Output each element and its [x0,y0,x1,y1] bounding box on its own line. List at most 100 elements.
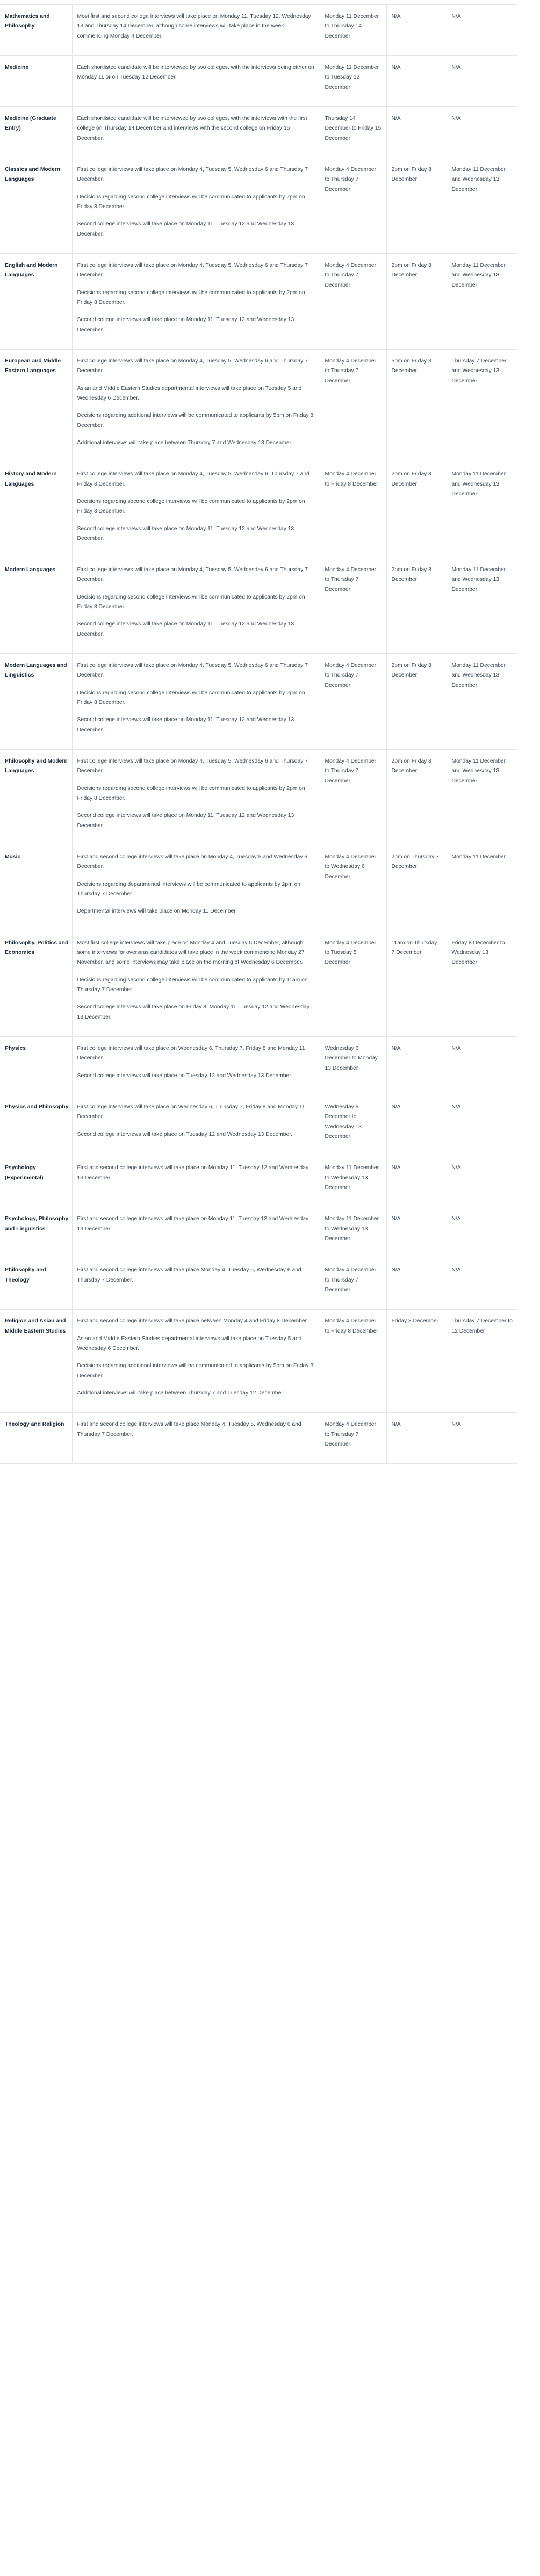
interview-details-cell: First college interviews will take place… [72,158,320,254]
interview-details-paragraph: Decisions regarding departmental intervi… [77,881,301,898]
first-interviews-cell: Monday 4 December to Thursday 7 December [320,558,387,654]
first-interviews-cell: Monday 4 December to Thursday 7 December [320,1412,387,1464]
table-row: Modern Languages First college interviews… [0,558,517,654]
second-interviews-cell: N/A [447,55,517,107]
course-name-cell: Mathematics and Philosophy [0,4,73,56]
interview-details-cell: First college interviews will take place… [72,253,320,350]
course-name-cell: Philosophy and Modern Languages [0,749,73,846]
second-interviews-cell: N/A [447,1036,517,1095]
table-row: English and Modern Languages First colleg… [0,253,517,350]
interview-details-paragraph: First college interviews will take place… [77,758,308,774]
interview-details-paragraph: Second college interviews will take plac… [77,525,294,542]
interview-details-cell: First and second college interviews will… [72,1207,320,1259]
course-name-cell: Theology and Religion [0,1412,73,1464]
decisions-cell: 2pm on Thursday 7 December [386,845,447,931]
second-interviews-cell: Monday 11 December and Wednesday 13 Dece… [447,653,517,750]
first-interviews-cell: Monday 11 December to Wednesday 13 Decem… [320,1207,387,1259]
second-interviews-cell: Monday 11 December and Wednesday 13 Dece… [447,253,517,350]
interview-details-cell: First and second college interviews will… [72,1156,320,1208]
spacer-cell-decisions [386,0,447,5]
table-row: Psychology (Experimental) First and secon… [0,1156,517,1208]
interview-details-paragraph: Decisions regarding additional interview… [77,1363,314,1379]
interview-details-paragraph: Asian and Middle Eastern Studies departm… [77,385,302,401]
interview-details-paragraph: First and second college interviews will… [77,1318,308,1325]
table-row: Psychology, Philosophy and Linguistics Fi… [0,1207,517,1259]
interview-details-paragraph: Decisions regarding second college inter… [77,194,305,210]
spacer-cell-first [320,0,386,5]
table-row: Medicine Each shortlisted candidate will … [0,55,517,107]
second-interviews-cell: Monday 11 December and Wednesday 13 Dece… [447,462,517,559]
course-name-cell: European and Middle Eastern Languages [0,349,73,463]
interview-details-cell: First college interviews will take place… [72,749,320,846]
first-interviews-cell: Wednesday 6 December to Monday 13 Decemb… [320,1036,387,1095]
interview-details-paragraph: Second college interviews will take plac… [77,813,294,829]
course-name-cell: Modern Languages [0,558,73,654]
table-row: Philosophy and Theology First and second … [0,1258,517,1310]
interview-details-paragraph: Decisions regarding second college inter… [77,498,305,515]
table-row: Philosophy and Modern Languages First col… [0,749,517,846]
first-interviews-cell: Monday 4 December to Thursday 7 December [320,253,387,350]
table-row: Physics First college interviews will tak… [0,1036,517,1095]
decisions-cell: N/A [386,1412,447,1464]
first-interviews-cell: Monday 11 December to Wednesday 13 Decem… [320,1156,387,1208]
interview-details-paragraph: First college interviews will take place… [77,567,308,583]
first-interviews-cell: Monday 4 December to Tuesday 5 December [320,931,387,1037]
interview-details-paragraph: Decisions regarding second college inter… [77,785,305,802]
interview-details-paragraph: Additional interviews will take place be… [77,1390,285,1396]
decisions-cell: N/A [386,1207,447,1259]
spacer-cell-details [72,0,320,5]
decisions-cell: N/A [386,1036,447,1095]
interview-details-paragraph: First and second college interviews will… [77,1267,301,1283]
course-name-cell: Religion and Asian and Middle Eastern St… [0,1309,73,1413]
interview-details-paragraph: Second college interviews will take plac… [77,1004,309,1020]
first-interviews-cell: Monday 4 December to Friday 8 December [320,1309,387,1413]
course-name-cell: Modern Languages and Linguistics [0,653,73,750]
table-row: Theology and Religion First and second co… [0,1412,517,1464]
interview-details-cell: First college interviews will take place… [72,349,320,463]
table-row: Philosophy, Politics and Economics Most f… [0,931,517,1037]
interview-details-paragraph: Second college interviews will take plac… [77,317,294,333]
decisions-cell: 2pm on Friday 8 December [386,158,447,254]
interview-details-paragraph: Most first and second college interviews… [77,13,311,39]
course-name-cell: Physics [0,1036,73,1095]
interview-details-paragraph: First college interviews will take place… [77,1045,305,1062]
interview-details-paragraph: Most first college interviews will take … [77,940,305,966]
interview-details-paragraph: First and second college interviews will… [77,1216,309,1232]
table-row: History and Modern Languages First colleg… [0,462,517,559]
table-row: European and Middle Eastern Languages Fir… [0,349,517,463]
interview-details-cell: First and second college interviews will… [72,1309,320,1413]
second-interviews-cell: N/A [447,1412,517,1464]
decisions-cell: N/A [386,1258,447,1310]
interview-details-paragraph: Departmental interviews will take place … [77,908,237,915]
timetable-body: Mathematics and Philosophy Most first and… [0,0,517,1464]
decisions-cell: 5pm on Friday 8 December [386,349,447,463]
first-interviews-cell: Monday 4 December to Thursday 7 December [320,653,387,750]
interview-timetable: Mathematics and Philosophy Most first and… [0,0,517,1464]
interview-details-paragraph: Decisions regarding second college inter… [77,977,308,993]
interview-details-paragraph: First college interviews will take place… [77,471,309,487]
first-interviews-cell: Monday 4 December to Thursday 7 December [320,349,387,463]
second-interviews-cell: Monday 11 December and Wednesday 13 Dece… [447,749,517,846]
interview-details-cell: First college interviews will take place… [72,462,320,559]
second-interviews-cell: N/A [447,1095,517,1157]
decisions-cell: Friday 8 December [386,1309,447,1413]
course-name-cell: History and Modern Languages [0,462,73,559]
interview-details-cell: First and second college interviews will… [72,845,320,931]
decisions-cell: 2pm on Friday 8 December [386,253,447,350]
decisions-cell: 2pm on Friday 8 December [386,749,447,846]
interview-details-paragraph: First and second college interviews will… [77,1421,301,1438]
decisions-cell: 11am on Thursday 7 December [386,931,447,1037]
second-interviews-cell: Thursday 7 December and Wednesday 13 Dec… [447,349,517,463]
interview-details-cell: Most first and second college interviews… [72,4,320,56]
decisions-cell: N/A [386,106,447,158]
interview-details-paragraph: First and second college interviews will… [77,1165,309,1181]
interview-details-paragraph: Second college interviews will take plac… [77,621,294,637]
interview-details-paragraph: First college interviews will take place… [77,663,308,679]
first-interviews-cell: Monday 4 December to Friday 8 December [320,462,387,559]
course-name-cell: Philosophy and Theology [0,1258,73,1310]
first-interviews-cell: Monday 4 December to Wednesday 6 Decembe… [320,845,387,931]
table-row: Classics and Modern Languages First colle… [0,158,517,254]
table-row: Physics and Philosophy First college inte… [0,1095,517,1157]
interview-details-cell: Each shortlisted candidate will be inter… [72,106,320,158]
second-interviews-cell: N/A [447,1207,517,1259]
